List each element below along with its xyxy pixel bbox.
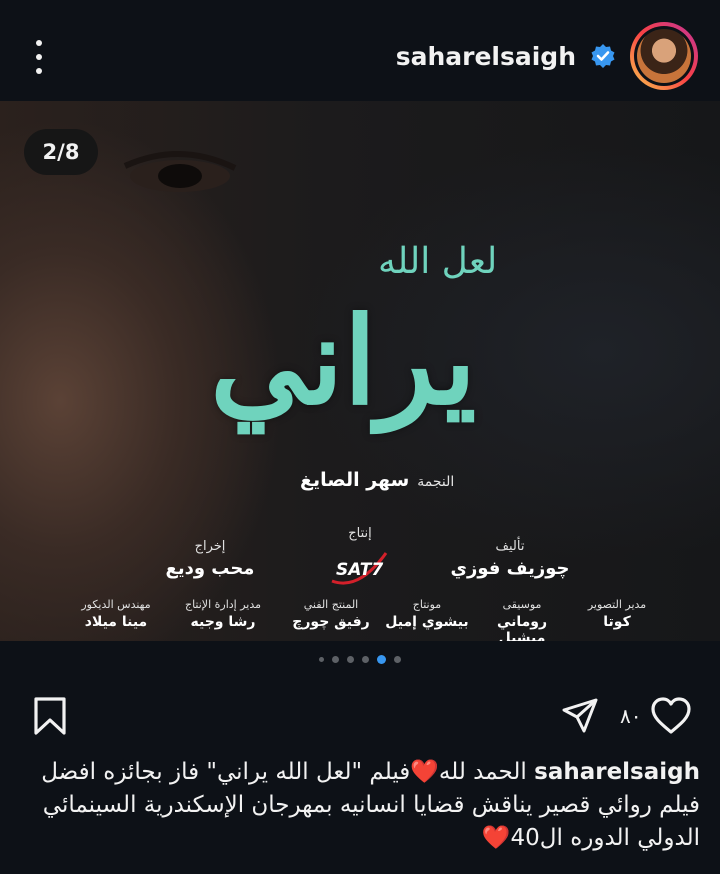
credit-production: إنتاج (348, 526, 372, 541)
user-info[interactable]: saharelsaigh (396, 22, 698, 90)
username[interactable]: saharelsaigh (396, 42, 576, 71)
caption-text-1: الحمد لله (438, 759, 535, 785)
menu-dot (36, 54, 42, 60)
menu-dot (36, 68, 42, 74)
post-caption: saharelsaigh الحمد لله❤️فيلم "لعل الله ي… (20, 756, 700, 855)
carousel-dot (362, 656, 369, 663)
credit-cinematographer: مدير التصوير كوتا (587, 598, 647, 630)
more-options-button[interactable] (26, 40, 52, 74)
avatar[interactable] (630, 22, 698, 90)
menu-dot (36, 40, 42, 46)
credit-decor-engineer: مهندس الديكور مينا ميلاد (81, 598, 151, 630)
carousel-dot (394, 656, 401, 663)
heart-icon[interactable] (650, 696, 692, 736)
caption-username[interactable]: saharelsaigh (534, 759, 700, 785)
sat7-logo-icon: SAT7 (331, 552, 388, 585)
post-image[interactable]: 2/8 لعل الله يراني النجمة سهر الصايغ تأل… (0, 101, 720, 641)
carousel-dot (319, 657, 324, 662)
carousel-counter: 2/8 (24, 129, 98, 175)
carousel-dot (347, 656, 354, 663)
verified-badge-icon (591, 44, 615, 68)
post-actions: ٨٠ (0, 690, 720, 744)
red-heart-icon: ❤️ (410, 759, 439, 785)
red-heart-icon: ❤️ (481, 825, 511, 851)
carousel-dot (332, 656, 339, 663)
avatar-image (637, 29, 691, 83)
poster-star-credit: النجمة سهر الصايغ (300, 469, 454, 491)
credit-production-manager: مدير إدارة الإنتاج رشا وجيه (184, 598, 262, 630)
star-name: سهر الصايغ (300, 469, 410, 491)
poster-face-eye (123, 151, 237, 192)
poster-title: يراني (210, 291, 477, 432)
send-icon[interactable] (560, 696, 600, 736)
post-header: saharelsaigh (0, 0, 720, 100)
poster-title-small: لعل الله (378, 241, 498, 282)
svg-text:SAT7: SAT7 (336, 560, 383, 580)
credit-director: إخراج محب وديع (165, 539, 255, 579)
credit-art-producer: المنتج الفني رفيق چورچ (292, 598, 370, 630)
credit-music: موسيقى روماني ميشيل (496, 598, 548, 641)
credit-writer: تأليف چوزيف فوزي (450, 539, 570, 579)
carousel-dot-active (377, 655, 386, 664)
like-count[interactable]: ٨٠ (620, 704, 641, 728)
bookmark-icon[interactable] (32, 696, 68, 736)
carousel-indicator (0, 655, 720, 664)
credit-editor: مونتاج بيشوي إميل (385, 598, 469, 630)
star-label: النجمة (417, 474, 455, 490)
